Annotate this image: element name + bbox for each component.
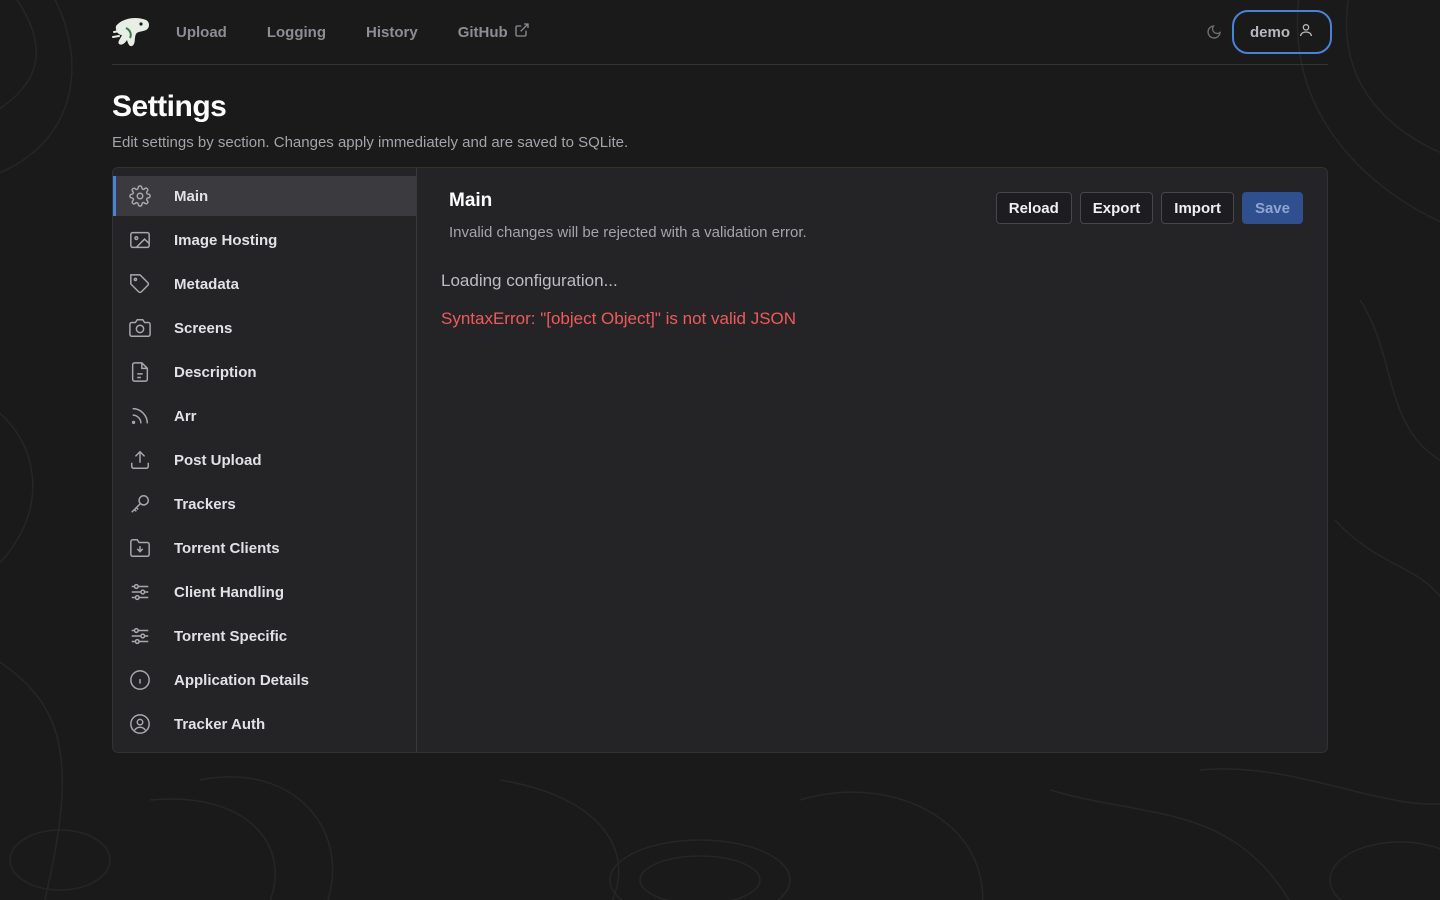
info-icon xyxy=(128,668,152,692)
sidebar-item-application-details[interactable]: Application Details xyxy=(113,660,416,700)
sidebar-item-post-upload[interactable]: Post Upload xyxy=(113,440,416,480)
sidebar-item-label: Image Hosting xyxy=(174,231,278,249)
settings-panel: Main Image Hosting Metadata Screens Desc… xyxy=(112,167,1328,753)
app-logo[interactable] xyxy=(112,12,152,52)
settings-sidebar: Main Image Hosting Metadata Screens Desc… xyxy=(113,168,417,752)
section-subtitle: Invalid changes will be rejected with a … xyxy=(449,224,807,241)
nav-logging[interactable]: Logging xyxy=(267,24,326,41)
page-title: Settings xyxy=(112,90,227,123)
sidebar-item-label: Torrent Clients xyxy=(174,539,280,557)
upload-icon xyxy=(128,448,152,472)
sidebar-item-trackers[interactable]: Trackers xyxy=(113,484,416,524)
tag-icon xyxy=(128,272,152,296)
camera-icon xyxy=(128,316,152,340)
sidebar-item-label: Metadata xyxy=(174,275,240,293)
sidebar-item-label: Torrent Specific xyxy=(174,627,288,645)
sidebar-item-description[interactable]: Description xyxy=(113,352,416,392)
external-link-icon xyxy=(514,22,530,42)
user-menu-button[interactable]: demo xyxy=(1231,10,1332,54)
sidebar-item-label: Description xyxy=(174,363,257,381)
sliders-icon xyxy=(128,580,152,604)
sidebar-item-tracker-auth[interactable]: Tracker Auth xyxy=(113,704,416,744)
action-buttons: Reload Export Import Save xyxy=(995,192,1303,224)
section-title: Main xyxy=(449,190,493,211)
nav-upload-label: Upload xyxy=(176,23,227,41)
sidebar-item-torrent-specific[interactable]: Torrent Specific xyxy=(113,616,416,656)
sidebar-item-client-handling[interactable]: Client Handling xyxy=(113,572,416,612)
settings-content: Main Invalid changes will be rejected wi… xyxy=(417,168,1327,752)
key-icon xyxy=(128,492,152,516)
sidebar-item-label: Main xyxy=(174,187,209,205)
error-message: SyntaxError: "[object Object]" is not va… xyxy=(441,309,797,328)
save-button[interactable]: Save xyxy=(1241,192,1303,224)
top-nav: Upload Logging History GitHub demo xyxy=(112,0,1332,65)
nav-upload[interactable]: Upload xyxy=(176,24,227,41)
nav-history[interactable]: History xyxy=(366,24,418,41)
user-circle-icon xyxy=(128,712,152,736)
sidebar-item-screens[interactable]: Screens xyxy=(113,308,416,348)
loading-text: Loading configuration... xyxy=(441,271,618,290)
nav-logging-label: Logging xyxy=(266,23,326,41)
rss-icon xyxy=(128,404,152,428)
sidebar-item-label: Application Details xyxy=(174,671,310,689)
sidebar-item-label: Client Handling xyxy=(174,583,284,601)
sidebar-item-label: Tracker Auth xyxy=(174,715,266,733)
sidebar-item-label: Post Upload xyxy=(174,451,262,469)
import-button[interactable]: Import xyxy=(1161,192,1234,224)
gear-icon xyxy=(128,184,152,208)
sidebar-item-main[interactable]: Main xyxy=(113,176,416,216)
folder-download-icon xyxy=(128,536,152,560)
document-icon xyxy=(128,360,152,384)
nav-github[interactable]: GitHub xyxy=(458,22,530,42)
sidebar-item-label: Arr xyxy=(174,407,197,425)
nav-github-label: GitHub xyxy=(457,23,508,41)
sidebar-item-arr[interactable]: Arr xyxy=(113,396,416,436)
theme-toggle-moon-icon[interactable] xyxy=(1202,20,1226,44)
reload-button[interactable]: Reload xyxy=(995,192,1072,224)
sidebar-item-label: Screens xyxy=(174,319,233,337)
sidebar-item-image-hosting[interactable]: Image Hosting xyxy=(113,220,416,260)
sidebar-item-label: Trackers xyxy=(174,495,236,513)
user-name: demo xyxy=(1249,23,1290,41)
sliders-icon xyxy=(128,624,152,648)
page-subtitle: Edit settings by section. Changes apply … xyxy=(112,134,629,151)
sidebar-item-metadata[interactable]: Metadata xyxy=(113,264,416,304)
sidebar-item-torrent-clients[interactable]: Torrent Clients xyxy=(113,528,416,568)
nav-history-label: History xyxy=(366,23,418,41)
image-icon xyxy=(128,228,152,252)
export-button[interactable]: Export xyxy=(1079,192,1154,224)
user-icon xyxy=(1298,22,1314,42)
